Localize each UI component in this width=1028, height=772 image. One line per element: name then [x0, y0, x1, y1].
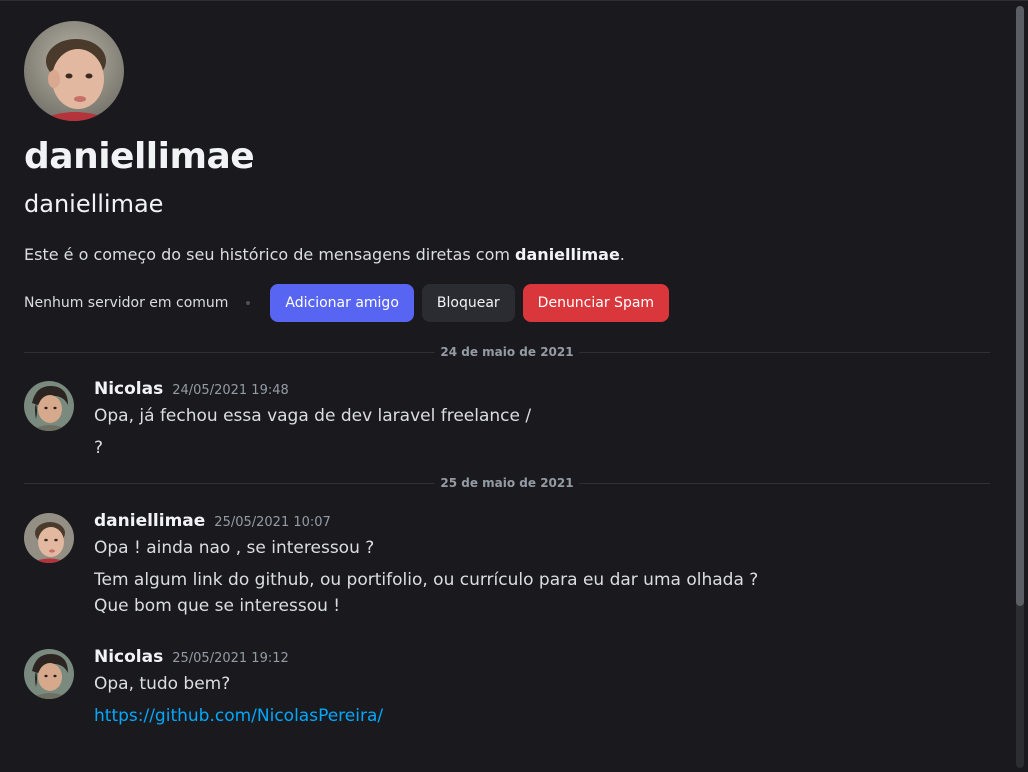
message-header: Nicolas 24/05/2021 19:48	[94, 379, 975, 401]
message-link-line: https://github.com/NicolasPereira/	[94, 705, 975, 727]
intro-suffix: .	[619, 245, 625, 264]
intro-username: daniellimae	[515, 245, 620, 264]
message-group[interactable]: daniellimae 25/05/2021 10:07 Opa ! ainda…	[24, 511, 975, 617]
date-divider: 24 de maio de 2021	[24, 344, 990, 360]
message-text: ?	[94, 438, 104, 458]
message-author[interactable]: Nicolas	[94, 379, 163, 399]
scrollbar-track[interactable]	[1016, 6, 1024, 768]
message-timestamp: 25/05/2021 10:07	[214, 515, 331, 530]
message-author[interactable]: Nicolas	[94, 647, 163, 667]
message-header: Nicolas 25/05/2021 19:12	[94, 647, 975, 669]
intro-prefix: Este é o começo do seu histórico de mens…	[24, 245, 516, 264]
profile-display-name: daniellimae	[24, 136, 255, 177]
message-text: Opa, tudo bem?	[94, 674, 231, 694]
scrollbar-thumb[interactable]	[1016, 6, 1024, 606]
no-mutual-servers-label: Nenhum servidor em comum	[24, 295, 229, 311]
date-divider-label: 25 de maio de 2021	[434, 475, 580, 491]
profile-actions: Nenhum servidor em comum Adicionar amigo…	[24, 284, 975, 322]
report-spam-button[interactable]: Denunciar Spam	[522, 284, 670, 322]
message-text: Opa ! ainda nao , se interessou ?	[94, 538, 375, 558]
profile-avatar[interactable]	[24, 21, 124, 121]
user-avatar[interactable]	[24, 513, 74, 563]
message-text: Tem algum link do github, ou portifolio,…	[94, 570, 759, 590]
separator-dot	[246, 301, 251, 305]
date-divider: 25 de maio de 2021	[24, 475, 990, 491]
user-avatar[interactable]	[24, 649, 74, 699]
profile-username: daniellimae	[24, 190, 164, 218]
message-group[interactable]: Nicolas 25/05/2021 19:12 Opa, tudo bem? …	[24, 647, 975, 727]
message-group[interactable]: Nicolas 24/05/2021 19:48 Opa, já fechou …	[24, 379, 975, 459]
message-header: daniellimae 25/05/2021 10:07	[94, 511, 975, 533]
message-text: Que bom que se interessou !	[94, 596, 341, 616]
nicolas-avatar-image	[24, 649, 74, 699]
dm-intro-text: Este é o começo do seu histórico de mens…	[24, 245, 975, 265]
block-button[interactable]: Bloquear	[421, 284, 515, 322]
message-text: Opa, já fechou essa vaga de dev laravel …	[94, 406, 532, 426]
message-timestamp: 24/05/2021 19:48	[172, 383, 289, 398]
child-avatar-image	[24, 21, 124, 121]
nicolas-avatar-image	[24, 381, 74, 431]
message-author[interactable]: daniellimae	[94, 511, 205, 531]
message-timestamp: 25/05/2021 19:12	[172, 651, 289, 666]
dm-channel-window: daniellimae daniellimae Este é o começo …	[0, 0, 1028, 772]
user-avatar[interactable]	[24, 381, 74, 431]
add-friend-button[interactable]: Adicionar amigo	[270, 284, 414, 322]
date-divider-label: 24 de maio de 2021	[434, 344, 580, 360]
github-link[interactable]: https://github.com/NicolasPereira/	[94, 706, 383, 726]
message-scroll-area[interactable]: daniellimae daniellimae Este é o começo …	[0, 1, 1012, 772]
child-avatar-image	[24, 513, 74, 563]
